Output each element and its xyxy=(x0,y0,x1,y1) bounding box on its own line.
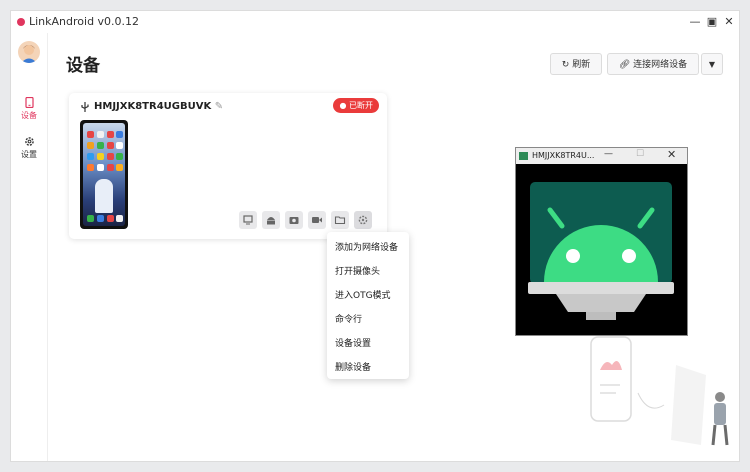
video-icon xyxy=(312,217,322,223)
sidebar: 设备 设置 xyxy=(11,33,48,461)
sidebar-item-settings[interactable]: 设置 xyxy=(11,136,47,160)
mirror-window-title: HMJJXK8TR4U... xyxy=(532,151,595,160)
app-icon xyxy=(116,131,123,138)
refresh-button[interactable]: ↻ 刷新 xyxy=(550,53,602,75)
device-context-menu: 添加为网络设备 打开摄像头 进入OTG模式 命令行 设备设置 删除设备 xyxy=(327,232,409,379)
refresh-label: 刷新 xyxy=(572,60,591,70)
usb-icon xyxy=(81,102,89,112)
connect-label: 连接网络设备 xyxy=(633,60,688,70)
mirror-window-title-bar: HMJJXK8TR4U... — ☐ ✕ xyxy=(516,148,687,164)
sidebar-item-label: 设置 xyxy=(21,150,37,159)
menu-item-delete-device[interactable]: 删除设备 xyxy=(335,360,371,373)
android-button[interactable] xyxy=(262,211,280,229)
app-icon xyxy=(107,164,114,171)
refresh-icon: ↻ xyxy=(561,60,570,70)
mirror-window[interactable]: HMJJXK8TR4U... — ☐ ✕ xyxy=(515,147,688,336)
minimize-icon[interactable]: — xyxy=(687,14,703,30)
device-screenshot[interactable] xyxy=(80,120,128,229)
gear-icon xyxy=(24,137,34,146)
status-dot-icon: ● xyxy=(339,101,347,110)
app-logo-icon xyxy=(17,18,25,26)
app-icon xyxy=(116,153,123,160)
record-button[interactable] xyxy=(308,211,326,229)
app-icon xyxy=(107,142,114,149)
app-icon xyxy=(87,153,94,160)
window-title: LinkAndroid v0.0.12 xyxy=(29,15,140,28)
close-icon[interactable]: ✕ xyxy=(667,148,676,161)
app-icon xyxy=(87,131,94,138)
app-icon xyxy=(87,164,94,171)
status-badge: ● 已断开 xyxy=(333,98,379,113)
close-icon[interactable]: ✕ xyxy=(721,14,737,30)
caret-down-icon: ▼ xyxy=(708,60,716,69)
link-icon: 🔗︎ xyxy=(618,60,631,70)
app-icon xyxy=(116,215,123,222)
edit-icon[interactable]: ✎ xyxy=(215,101,223,112)
maximize-icon[interactable]: ☐ xyxy=(636,149,644,159)
empty-state-illustration xyxy=(590,336,729,446)
more-settings-button[interactable] xyxy=(354,211,372,229)
file-manager-button[interactable] xyxy=(331,211,349,229)
connect-network-device-button[interactable]: 🔗︎ 连接网络设备 xyxy=(607,53,699,75)
menu-item-otg-mode[interactable]: 进入OTG模式 xyxy=(335,288,391,301)
menu-item-device-settings[interactable]: 设备设置 xyxy=(335,336,371,349)
app-icon xyxy=(107,131,114,138)
gear-icon xyxy=(358,215,368,225)
avatar-icon xyxy=(21,45,37,63)
menu-item-command-line[interactable]: 命令行 xyxy=(335,312,362,325)
phone-icon xyxy=(24,97,34,108)
app-icon xyxy=(97,164,104,171)
monitor-icon xyxy=(243,215,253,225)
maximize-icon[interactable]: ▣ xyxy=(704,14,720,30)
screenshot-button[interactable] xyxy=(285,211,303,229)
android-icon xyxy=(267,217,275,225)
app-icon xyxy=(107,153,114,160)
app-icon xyxy=(87,142,94,149)
device-screen-preview xyxy=(83,123,125,226)
avatar[interactable] xyxy=(18,41,40,63)
camera-icon xyxy=(289,217,299,224)
title-bar: LinkAndroid v0.0.12 — ▣ ✕ xyxy=(11,11,739,33)
app-icon xyxy=(107,215,114,222)
more-dropdown-button[interactable]: ▼ xyxy=(701,53,723,75)
app-icon xyxy=(87,215,94,222)
mirror-app-icon xyxy=(519,152,528,160)
app-icon xyxy=(97,142,104,149)
wallpaper-figure xyxy=(95,179,113,213)
minimize-icon[interactable]: — xyxy=(604,149,613,159)
device-name: HMJJXK8TR4UGBUVK ✎ xyxy=(94,101,223,112)
sidebar-item-devices[interactable]: 设备 xyxy=(11,97,47,121)
folder-icon xyxy=(334,216,346,225)
status-text: 已断开 xyxy=(349,101,373,110)
menu-item-add-network-device[interactable]: 添加为网络设备 xyxy=(335,240,398,253)
sidebar-item-label: 设备 xyxy=(21,111,37,120)
app-icon xyxy=(97,215,104,222)
app-icon xyxy=(116,164,123,171)
device-card: HMJJXK8TR4UGBUVK ✎ ● 已断开 xyxy=(69,93,387,239)
device-name-text: HMJJXK8TR4UGBUVK xyxy=(94,101,212,112)
app-icon xyxy=(97,131,104,138)
app-icon xyxy=(97,153,104,160)
menu-item-open-camera[interactable]: 打开摄像头 xyxy=(335,264,380,277)
mirror-screen-button[interactable] xyxy=(239,211,257,229)
android-logo-screen xyxy=(528,182,674,320)
app-icon xyxy=(116,142,123,149)
page-title: 设备 xyxy=(66,56,100,76)
